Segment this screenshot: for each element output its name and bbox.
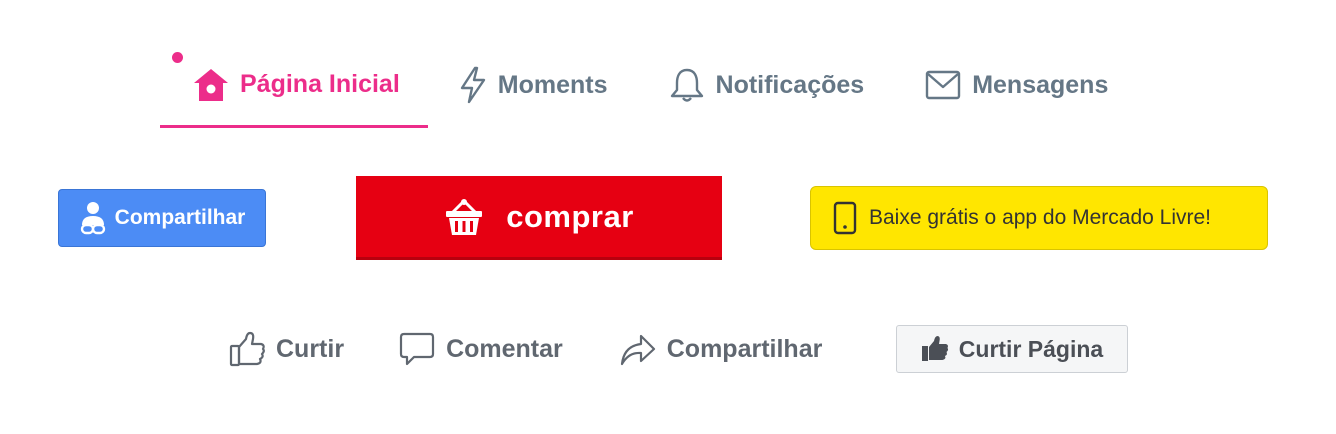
tab-notifications[interactable]: Notificações — [638, 44, 895, 126]
comment-action-label: Comentar — [446, 334, 563, 363]
share-button-blue-label: Compartilhar — [114, 206, 246, 229]
like-page-button[interactable]: Curtir Página — [896, 325, 1128, 373]
basket-icon — [444, 197, 484, 237]
comment-action[interactable]: Comentar — [398, 330, 563, 368]
share-button-blue[interactable]: Compartilhar — [58, 189, 266, 247]
envelope-icon — [924, 68, 962, 102]
social-actions: Curtir Comentar Compartilhar — [228, 324, 874, 374]
download-app-button[interactable]: Baixe grátis o app do Mercado Livre! — [810, 186, 1268, 250]
buy-button[interactable]: comprar — [356, 176, 722, 260]
tab-moments-label: Moments — [497, 70, 608, 99]
buy-button-label: comprar — [506, 198, 634, 234]
home-icon — [192, 67, 230, 103]
like-action-label: Curtir — [276, 334, 345, 363]
tab-messages[interactable]: Mensagens — [894, 44, 1138, 126]
share-action-label: Compartilhar — [666, 334, 823, 363]
phone-icon — [833, 201, 857, 235]
user-link-icon — [79, 201, 107, 235]
notification-dot — [172, 52, 183, 63]
like-action[interactable]: Curtir — [228, 330, 344, 368]
tab-messages-label: Mensagens — [972, 70, 1109, 99]
share-action[interactable]: Compartilhar — [619, 330, 823, 368]
lightning-icon — [458, 66, 488, 104]
bell-icon — [668, 66, 706, 104]
tab-home-label: Página Inicial — [240, 70, 400, 98]
thumbs-up-filled-icon — [921, 335, 949, 363]
speech-bubble-icon — [398, 330, 436, 368]
download-app-label: Baixe grátis o app do Mercado Livre! — [869, 206, 1212, 229]
top-nav: Página Inicial Moments Notificações Mens… — [160, 44, 1138, 128]
tab-moments[interactable]: Moments — [428, 44, 638, 126]
tab-notifications-label: Notificações — [715, 70, 865, 99]
like-page-label: Curtir Página — [958, 335, 1104, 362]
share-arrow-icon — [619, 330, 657, 368]
tab-home[interactable]: Página Inicial — [160, 44, 428, 128]
thumbs-up-outline-icon — [228, 330, 266, 368]
